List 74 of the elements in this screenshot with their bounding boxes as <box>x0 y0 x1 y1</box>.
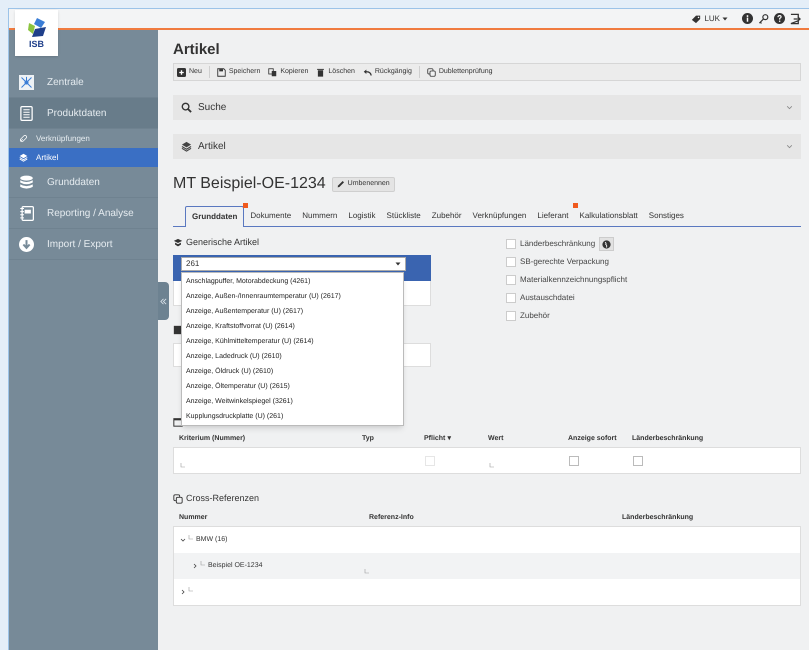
network-icon <box>19 74 34 90</box>
checkbox[interactable] <box>506 293 516 303</box>
notebook-icon <box>19 206 34 220</box>
checkbox-label: Materialkennzeichnungspflicht <box>520 274 628 286</box>
layers-icon <box>181 141 192 152</box>
tab[interactable]: Zubehör <box>426 206 467 226</box>
key-icon[interactable] <box>758 12 769 24</box>
duplicate-icon <box>426 68 436 76</box>
info-icon[interactable] <box>742 13 753 24</box>
user-menu[interactable]: LUK <box>690 12 728 24</box>
article-title: MT Beispiel-OE-1234 <box>173 174 326 194</box>
sidebar-item[interactable]: Produktdaten <box>9 98 158 129</box>
search-icon <box>181 102 192 113</box>
checkbox[interactable] <box>506 239 516 249</box>
page-title: Artikel <box>173 40 221 60</box>
tab[interactable]: Dokumente <box>245 206 296 226</box>
corner-mark-icon <box>200 560 206 566</box>
pencil-icon <box>336 180 345 188</box>
download-icon <box>19 236 34 252</box>
logout-icon[interactable] <box>790 12 801 24</box>
checkbox-label: SB-gerechte Verpackung <box>520 256 609 268</box>
calendar-icon <box>173 417 183 427</box>
combo-box[interactable]: 261 <box>181 257 406 271</box>
checkbox[interactable] <box>506 275 516 285</box>
caret-down-icon <box>722 16 728 22</box>
plus-icon <box>177 68 186 76</box>
help-icon[interactable] <box>774 13 785 24</box>
tab[interactable]: Nummern <box>297 206 342 226</box>
tab[interactable]: Lieferant <box>532 206 574 226</box>
checkbox[interactable] <box>506 311 516 321</box>
layers-icon <box>19 153 28 162</box>
copy-icon <box>268 68 278 76</box>
globe-button[interactable] <box>599 237 614 251</box>
tab[interactable]: Logistik <box>343 206 381 226</box>
checkbox[interactable] <box>633 456 643 466</box>
checkbox-label: Länderbeschränkung <box>520 238 596 250</box>
trash-icon <box>316 68 326 76</box>
tag-icon <box>690 14 702 24</box>
checkbox[interactable] <box>569 456 579 466</box>
tab[interactable]: Kalkulationsblatt <box>574 206 643 226</box>
corner-mark-icon <box>188 586 194 592</box>
chevron-right-icon[interactable] <box>180 589 186 595</box>
chevron-down-icon[interactable] <box>180 537 186 543</box>
document-icon <box>19 106 34 120</box>
tab[interactable]: Stückliste <box>382 206 426 226</box>
corner-mark-icon <box>188 534 194 540</box>
checkbox-label: Zubehör <box>520 310 550 322</box>
section-heading: Generische Artikel <box>186 236 260 250</box>
corner-mark-icon <box>489 462 495 468</box>
collapsible-panel-header[interactable]: Suche <box>173 95 801 120</box>
globe-icon <box>602 240 612 248</box>
corner-mark-icon <box>180 462 186 468</box>
checkbox-label: Austauschdatei <box>520 292 575 304</box>
chevron-down-icon <box>786 104 793 111</box>
stacked-hats-icon <box>173 238 183 248</box>
link-icon <box>19 134 28 143</box>
database-icon <box>19 174 34 190</box>
double-chevron-left-icon <box>160 298 167 304</box>
collapse-sidebar-button[interactable] <box>158 282 169 320</box>
company-logo: ISB <box>15 10 58 56</box>
corner-mark-icon <box>364 568 370 574</box>
user-name: LUK <box>704 12 720 24</box>
chevron-down-icon <box>786 143 793 150</box>
tab[interactable]: Verknüpfungen <box>468 206 532 226</box>
sidebar-subitem[interactable]: Artikel <box>9 148 158 167</box>
collapsible-panel-header[interactable]: Artikel <box>173 134 801 159</box>
tab[interactable]: Grunddaten <box>185 206 244 227</box>
section-heading: Cross-Referenzen <box>186 492 260 506</box>
undo-arrow-icon <box>362 68 372 76</box>
checkbox[interactable] <box>506 257 516 267</box>
tab[interactable]: Sonstiges <box>644 206 689 226</box>
caret-down-icon <box>395 261 401 267</box>
duplicate-icon <box>173 494 183 504</box>
chevron-right-icon[interactable] <box>192 563 198 569</box>
